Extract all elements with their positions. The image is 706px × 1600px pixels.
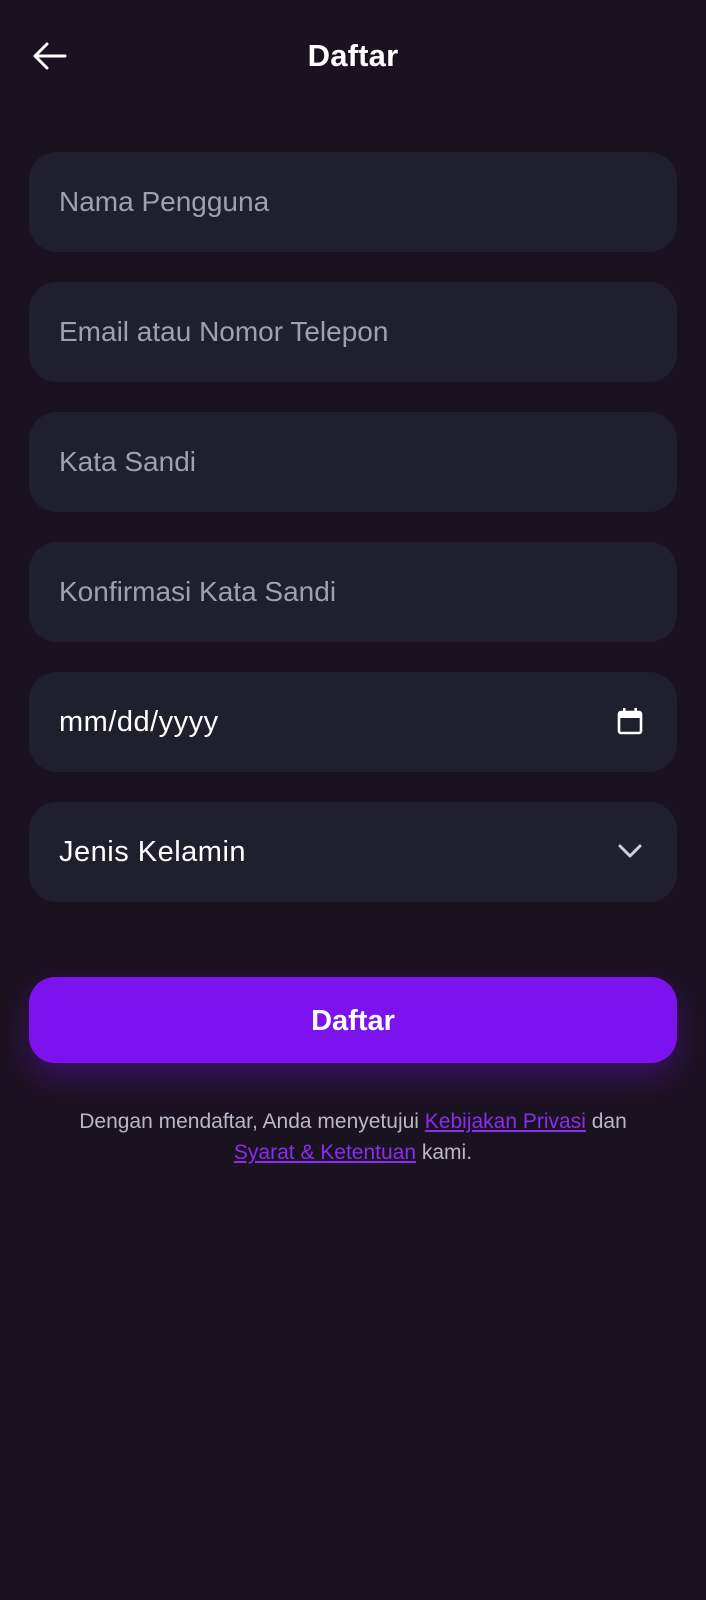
birthdate-input[interactable]: mm/dd/yyyy xyxy=(29,672,677,772)
terms-text: Dengan mendaftar, Anda menyetujui Kebija… xyxy=(40,1106,666,1168)
terms-of-service-link[interactable]: Syarat & Ketentuan xyxy=(234,1141,416,1164)
registration-form: mm/dd/yyyy Jenis Kelamin xyxy=(29,152,677,932)
username-field xyxy=(29,152,677,252)
password-field xyxy=(29,412,677,512)
gender-value: Jenis Kelamin xyxy=(59,836,247,868)
confirm-password-field xyxy=(29,542,677,642)
password-input[interactable] xyxy=(29,412,677,512)
page-title: Daftar xyxy=(307,38,399,73)
header: Daftar xyxy=(0,0,706,110)
calendar-icon[interactable] xyxy=(615,706,645,736)
email-phone-field xyxy=(29,282,677,382)
email-phone-input[interactable] xyxy=(29,282,677,382)
birthdate-value: mm/dd/yyyy xyxy=(59,706,219,738)
terms-prefix: Dengan mendaftar, Anda menyetujui xyxy=(79,1110,425,1133)
gender-select[interactable]: Jenis Kelamin xyxy=(29,802,677,902)
terms-middle: dan xyxy=(585,1110,627,1133)
register-button[interactable]: Daftar xyxy=(29,977,677,1063)
terms-suffix: kami. xyxy=(416,1141,473,1164)
privacy-policy-link[interactable]: Kebijakan Privasi xyxy=(425,1110,586,1133)
chevron-down-icon xyxy=(615,836,645,866)
username-input[interactable] xyxy=(29,152,677,252)
confirm-password-input[interactable] xyxy=(29,542,677,642)
